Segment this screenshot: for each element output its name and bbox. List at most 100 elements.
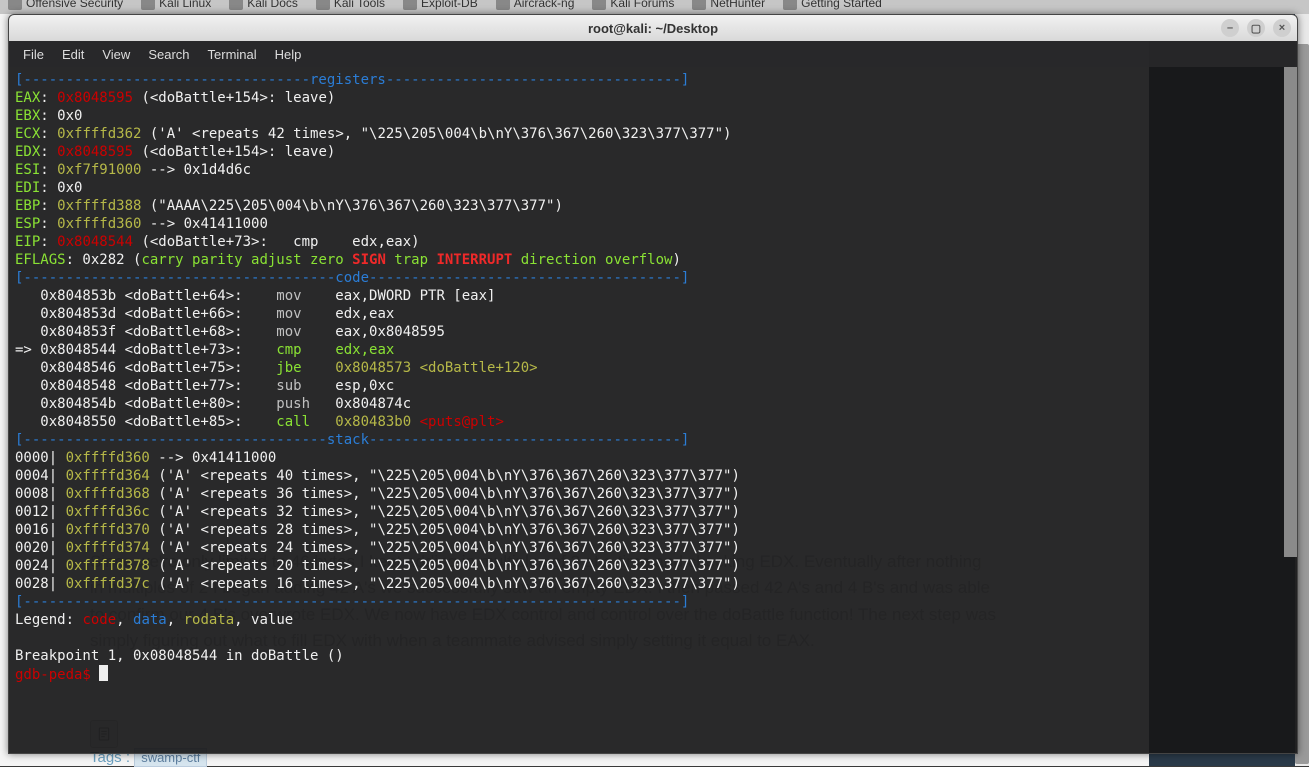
reg-rest: --> 0x41411000 bbox=[141, 216, 267, 232]
reg-name: EAX bbox=[15, 90, 40, 106]
stack-rest: ('A' <repeats 16 times>, "\225\205\004\b… bbox=[150, 576, 740, 592]
bookmark-item[interactable]: Offensive Security bbox=[8, 0, 123, 10]
stack-addr: 0xffffd36c bbox=[66, 504, 150, 520]
code-plt: <puts@plt> bbox=[411, 414, 504, 430]
stack-off: 0004| bbox=[15, 468, 66, 484]
bookmark-label: Kali Tools bbox=[334, 0, 385, 10]
bookmark-icon bbox=[141, 0, 155, 10]
reg-rest: ("AAAA\225\205\004\b\nY\376\367\260\323\… bbox=[141, 198, 562, 214]
reg-sep: : bbox=[40, 126, 57, 142]
terminal-scrollbar-thumb[interactable] bbox=[1284, 67, 1297, 557]
code-op: mov bbox=[276, 306, 301, 322]
menu-search[interactable]: Search bbox=[148, 47, 189, 62]
code-args: edx,eax bbox=[302, 342, 395, 358]
menu-edit[interactable]: Edit bbox=[62, 47, 84, 62]
maximize-button[interactable]: ▢ bbox=[1247, 19, 1265, 37]
code-pre: 0x804853d <doBattle+66>: bbox=[15, 306, 276, 322]
bookmark-label: NetHunter bbox=[710, 0, 765, 10]
code-args: eax,0x8048595 bbox=[302, 324, 445, 340]
bookmark-item[interactable]: Kali Tools bbox=[316, 0, 385, 10]
bookmark-icon bbox=[316, 0, 330, 10]
bookmark-label: Kali Linux bbox=[159, 0, 211, 10]
menu-file[interactable]: File bbox=[23, 47, 44, 62]
reg-rest: (<doBattle+154>: leave) bbox=[133, 90, 335, 106]
code-pre: 0x804853f <doBattle+68>: bbox=[15, 324, 276, 340]
reg-name: ESI bbox=[15, 162, 40, 178]
code-args: 0x804874c bbox=[310, 396, 411, 412]
reg-sep: : bbox=[40, 162, 57, 178]
stack-off: 0016| bbox=[15, 522, 66, 538]
reg-name: EBX bbox=[15, 108, 40, 124]
code-args: edx,eax bbox=[302, 306, 395, 322]
bookmark-item[interactable]: Getting Started bbox=[783, 0, 882, 10]
bookmark-icon bbox=[403, 0, 417, 10]
menu-terminal[interactable]: Terminal bbox=[208, 47, 257, 62]
section-registers: [----------------------------------regis… bbox=[15, 72, 689, 88]
stack-rest: ('A' <repeats 40 times>, "\225\205\004\b… bbox=[150, 468, 740, 484]
reg-name: EIP bbox=[15, 234, 40, 250]
window-title: root@kali: ~/Desktop bbox=[588, 21, 718, 36]
section-code: [-------------------------------------co… bbox=[15, 270, 689, 286]
reg-rest: : 0x0 bbox=[40, 180, 82, 196]
legend-tail: , value bbox=[234, 612, 293, 628]
reg-name: ESP bbox=[15, 216, 40, 232]
code-pre: 0x8048548 <doBattle+77>: bbox=[15, 378, 276, 394]
cursor[interactable] bbox=[99, 665, 108, 681]
reg-rest: : 0x0 bbox=[40, 108, 82, 124]
reg-name: EBP bbox=[15, 198, 40, 214]
legend-lead: Legend: bbox=[15, 612, 82, 628]
bookmark-label: Getting Started bbox=[801, 0, 882, 10]
bookmark-item[interactable]: Kali Docs bbox=[229, 0, 298, 10]
stack-off: 0020| bbox=[15, 540, 66, 556]
code-pre: 0x8048546 <doBattle+75>: bbox=[15, 360, 276, 376]
bookmark-icon bbox=[8, 0, 22, 10]
code-pre: 0x8048550 <doBattle+85>: bbox=[15, 414, 276, 430]
bookmark-item[interactable]: Kali Forums bbox=[592, 0, 674, 10]
bookmark-item[interactable]: Kali Linux bbox=[141, 0, 211, 10]
bookmark-icon bbox=[592, 0, 606, 10]
reg-sep: : bbox=[40, 234, 57, 250]
stack-rest: ('A' <repeats 24 times>, "\225\205\004\b… bbox=[150, 540, 740, 556]
code-args: eax,DWORD PTR [eax] bbox=[302, 288, 496, 304]
stack-off: 0012| bbox=[15, 504, 66, 520]
reg-val: 0x8048595 bbox=[57, 90, 133, 106]
reg-name: EDX bbox=[15, 144, 40, 160]
stack-addr: 0xffffd374 bbox=[66, 540, 150, 556]
section-stack: [------------------------------------sta… bbox=[15, 432, 689, 448]
terminal-output[interactable]: [----------------------------------regis… bbox=[9, 67, 1297, 753]
menu-help[interactable]: Help bbox=[275, 47, 302, 62]
code-op: mov bbox=[276, 324, 301, 340]
bookmark-label: Exploit-DB bbox=[421, 0, 478, 10]
bookmark-item[interactable]: NetHunter bbox=[692, 0, 765, 10]
code-op: sub bbox=[276, 378, 301, 394]
bookmark-icon bbox=[229, 0, 243, 10]
code-pre: 0x804853b <doBattle+64>: bbox=[15, 288, 276, 304]
terminal-window: root@kali: ~/Desktop – ▢ × File Edit Vie… bbox=[8, 14, 1298, 754]
stack-addr: 0xffffd370 bbox=[66, 522, 150, 538]
code-args: 0x8048573 <doBattle+120> bbox=[302, 360, 538, 376]
bookmark-item[interactable]: Exploit-DB bbox=[403, 0, 478, 10]
code-addr: 0x8048544 <doBattle+73>: bbox=[40, 342, 276, 358]
code-op: jbe bbox=[276, 360, 301, 376]
code-op: push bbox=[276, 396, 310, 412]
stack-off: 0024| bbox=[15, 558, 66, 574]
bookmark-icon bbox=[496, 0, 510, 10]
stack-rest: ('A' <repeats 28 times>, "\225\205\004\b… bbox=[150, 522, 740, 538]
minimize-button[interactable]: – bbox=[1221, 19, 1239, 37]
close-button[interactable]: × bbox=[1273, 19, 1291, 37]
stack-off: 0008| bbox=[15, 486, 66, 502]
terminal-scrollbar[interactable] bbox=[1284, 67, 1297, 557]
eflags-off: direction overflow bbox=[512, 252, 672, 268]
code-pre: 0x804854b <doBattle+80>: bbox=[15, 396, 276, 412]
window-titlebar[interactable]: root@kali: ~/Desktop – ▢ × bbox=[9, 15, 1297, 41]
stack-addr: 0xffffd364 bbox=[66, 468, 150, 484]
reg-val: 0xffffd362 bbox=[57, 126, 141, 142]
bookmark-item[interactable]: Aircrack-ng bbox=[496, 0, 575, 10]
stack-rest: ('A' <repeats 20 times>, "\225\205\004\b… bbox=[150, 558, 740, 574]
code-op: cmp bbox=[276, 342, 301, 358]
stack-addr: 0xffffd360 bbox=[66, 450, 150, 466]
bookmark-icon bbox=[692, 0, 706, 10]
menu-view[interactable]: View bbox=[102, 47, 130, 62]
reg-name: EDI bbox=[15, 180, 40, 196]
reg-rest: --> 0x1d4d6c bbox=[141, 162, 251, 178]
